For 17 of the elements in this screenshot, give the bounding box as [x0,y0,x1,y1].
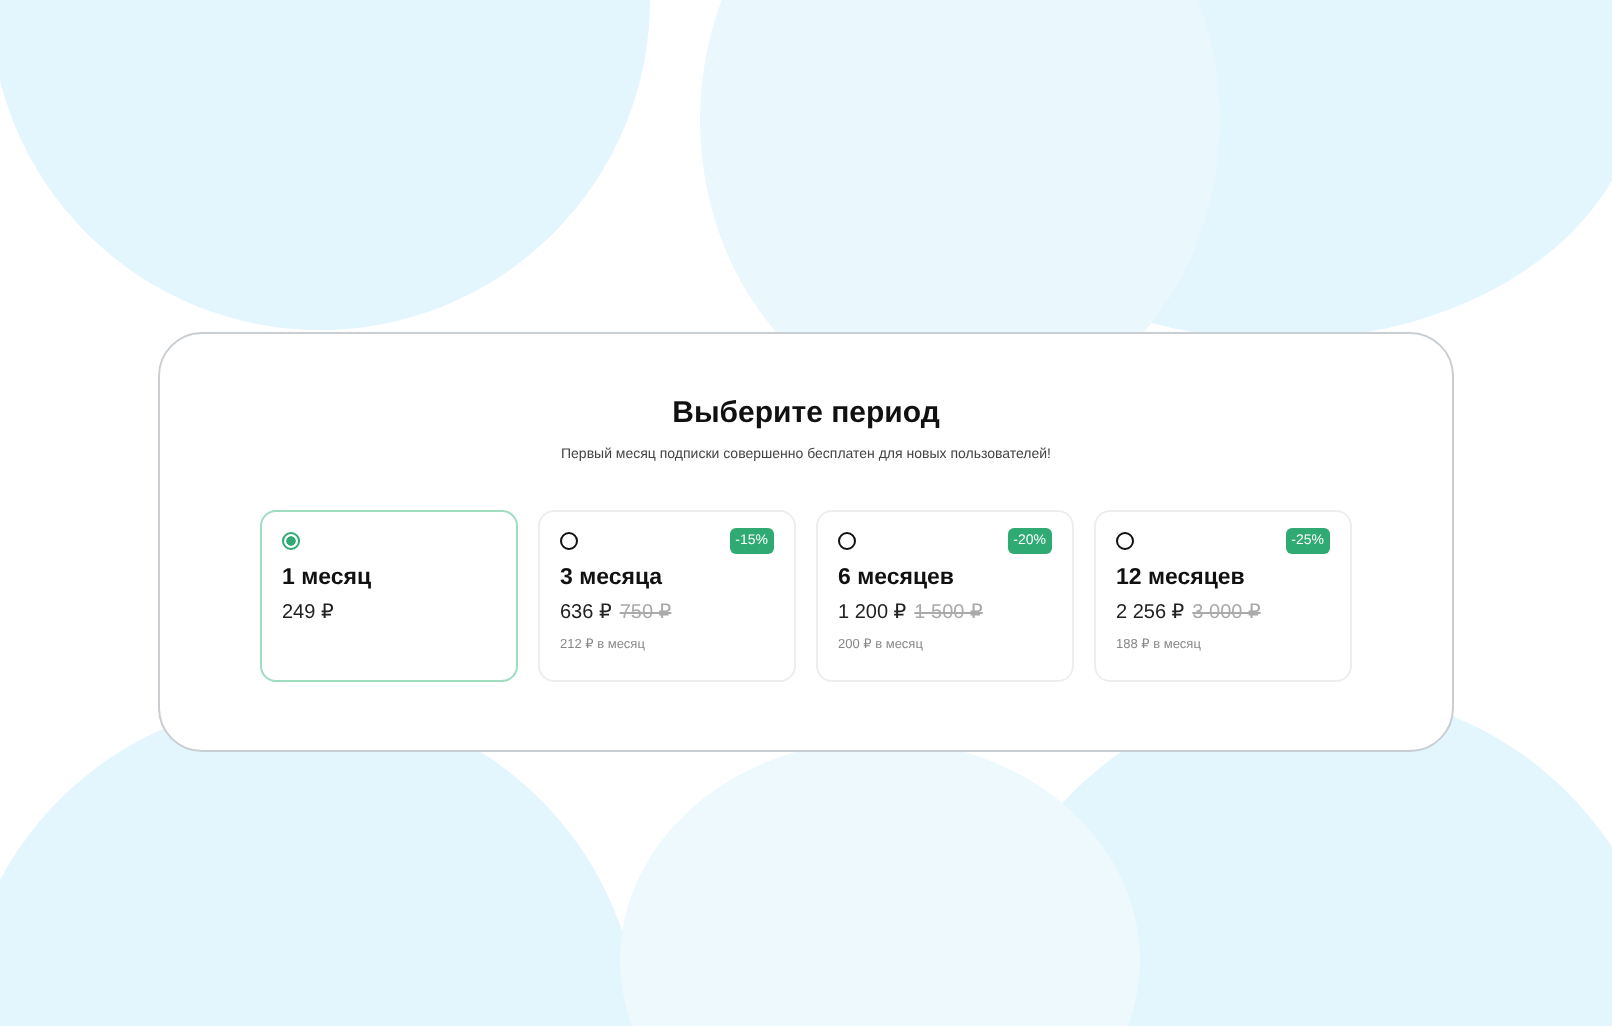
plan-name: 1 месяц [282,566,374,590]
plan-name: 6 месяцев [838,566,956,590]
plan-name: 3 месяца [560,566,665,590]
radio-button[interactable] [560,531,578,549]
card-title: Выберите период [672,396,940,430]
plan-price: 636 ₽ [560,602,612,624]
radio-button[interactable] [838,531,856,549]
plan-name: 12 месяцев [1116,566,1247,590]
plan-price: 249 ₽ [282,602,334,624]
radio-button[interactable] [282,531,300,549]
plan-price: 2 256 ₽ [1116,602,1185,624]
radio-button[interactable] [1116,531,1134,549]
plan-option[interactable]: 1 месяц 249 ₽ [260,510,518,682]
old-price: 1 500 ₽ [914,602,983,624]
plan-price: 1 200 ₽ [838,602,907,624]
old-price: 3 000 ₽ [1192,602,1261,624]
old-price: 750 ₽ [619,602,672,624]
